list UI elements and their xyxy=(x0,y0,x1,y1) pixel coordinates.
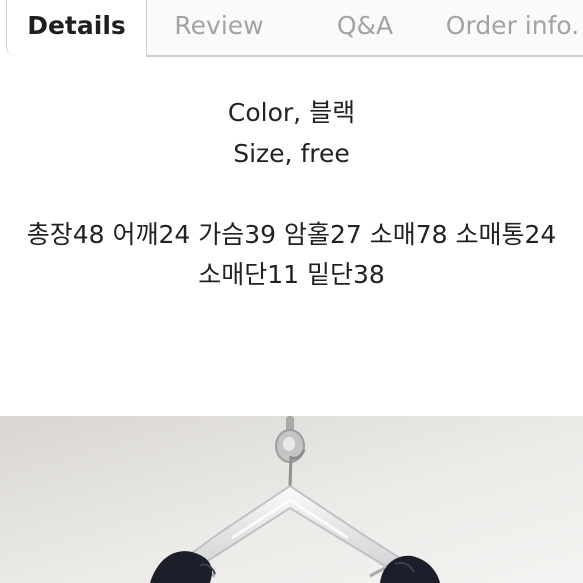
product-photo xyxy=(0,416,583,583)
tab-bar: Details Review Q&A Order info. xyxy=(0,0,583,57)
tab-divider xyxy=(146,56,583,57)
hanger-illustration xyxy=(0,416,583,583)
tab-details-label: Details xyxy=(27,10,126,40)
measurements-line-1: 총장48 어깨24 가슴39 암홀27 소매78 소매통24 xyxy=(26,220,557,249)
tab-details[interactable]: Details xyxy=(6,0,147,56)
tab-review[interactable]: Review xyxy=(146,0,293,56)
size-info: Size, free xyxy=(233,139,350,168)
tab-qna-label: Q&A xyxy=(336,10,394,40)
tab-order-info-label: Order info. xyxy=(445,10,580,40)
tab-order-info[interactable]: Order info. xyxy=(438,0,583,56)
tab-review-label: Review xyxy=(174,10,264,40)
measurements-line-2: 소매단11 밑단38 xyxy=(198,260,385,289)
color-info: Color, 블랙 xyxy=(227,98,356,127)
tab-qna[interactable]: Q&A xyxy=(292,0,439,56)
